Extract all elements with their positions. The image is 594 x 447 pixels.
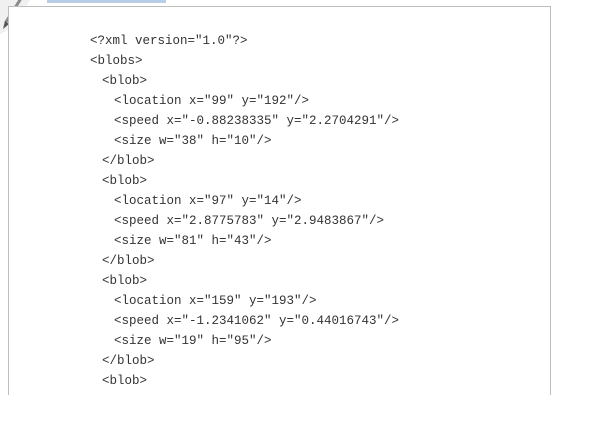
code-line: </blob> (102, 254, 155, 268)
code-line: <blob> (102, 274, 148, 288)
code-line: <blob> (102, 74, 148, 88)
code-line: <speed x="-0.88238335" y="2.2704291"/> (114, 114, 400, 128)
code-line: <size w="38" h="10"/> (114, 134, 272, 148)
code-line: <speed x="2.8775783" y="2.9483867"/> (114, 214, 385, 228)
page: <?xml version="1.0"?> <blobs> <blob> <locat… (0, 0, 594, 447)
code-line: <location x="99" y="192"/> (114, 94, 310, 108)
active-tab-indicator[interactable] (47, 0, 166, 3)
code-line: </blob> (102, 354, 155, 368)
code-line: <?xml version="1.0"?> (90, 34, 248, 48)
code-lines: <?xml version="1.0"?> <blobs> <blob> <locat… (90, 31, 399, 391)
code-line: <blob> (102, 174, 148, 188)
code-block: <?xml version="1.0"?> <blobs> <blob> <locat… (8, 6, 551, 395)
code-line: <blob> (102, 374, 148, 388)
code-line: </blob> (102, 154, 155, 168)
code-line: <location x="97" y="14"/> (114, 194, 302, 208)
code-line: <blobs> (90, 54, 143, 68)
code-line: <speed x="-1.2341062" y="0.44016743"/> (114, 314, 400, 328)
code-line: <size w="19" h="95"/> (114, 334, 272, 348)
code-line: <location x="159" y="193"/> (114, 294, 317, 308)
code-line: <size w="81" h="43"/> (114, 234, 272, 248)
